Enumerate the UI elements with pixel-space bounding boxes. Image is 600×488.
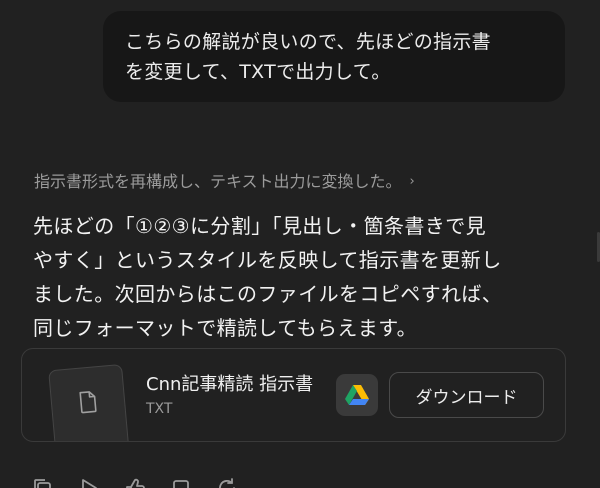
document-icon <box>79 391 97 414</box>
assistant-message-line: ました。次回からはこのファイルをコピペすれば、 <box>33 282 503 306</box>
message-actions <box>32 477 238 488</box>
user-message-bubble: こちらの解説が良いので、先ほどの指示書 を変更して、TXTで出力して。 <box>103 11 565 102</box>
copy-icon[interactable] <box>32 477 54 488</box>
user-message-line: こちらの解説が良いので、先ほどの指示書 <box>125 31 491 53</box>
file-attachment-card[interactable]: Cnn記事精読 指示書 TXT ダウンロード <box>21 348 566 442</box>
download-button[interactable]: ダウンロード <box>389 372 544 418</box>
file-title: Cnn記事精読 指示書 <box>146 374 314 395</box>
thought-summary-text: 指示書形式を再構成し、テキスト出力に変換した。 <box>34 172 402 191</box>
assistant-message-line: 先ほどの「①②③に分割」「見出し・箇条書きで見 <box>33 214 486 238</box>
google-drive-icon <box>345 385 369 405</box>
share-icon[interactable] <box>170 477 192 488</box>
user-message-line: を変更して、TXTで出力して。 <box>125 61 391 83</box>
save-to-drive-button[interactable] <box>336 374 378 416</box>
document-thumbnail <box>48 363 130 441</box>
file-type: TXT <box>146 401 173 417</box>
thumbs-up-icon[interactable] <box>124 477 146 488</box>
chevron-right-icon: › <box>409 174 415 189</box>
assistant-message: 先ほどの「①②③に分割」「見出し・箇条書きで見 やすく」というスタイルを反映して… <box>33 209 573 345</box>
chat-page: こちらの解説が良いので、先ほどの指示書 を変更して、TXTで出力して。 指示書形… <box>0 0 600 488</box>
thought-summary-toggle[interactable]: 指示書形式を再構成し、テキスト出力に変換した。 › <box>34 170 415 194</box>
read-aloud-icon[interactable] <box>78 477 100 488</box>
regenerate-icon[interactable] <box>216 477 238 488</box>
assistant-message-line: やすく」というスタイルを反映して指示書を更新し <box>33 248 502 272</box>
assistant-message-line: 同じフォーマットで精読してもらえます。 <box>33 316 417 340</box>
